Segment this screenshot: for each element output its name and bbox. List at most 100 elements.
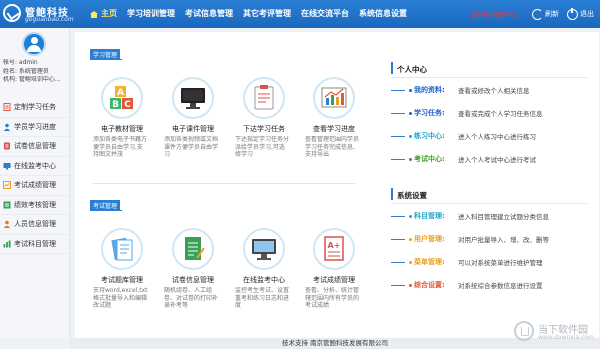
monitor-icon bbox=[243, 228, 285, 270]
personal-heading-line bbox=[391, 77, 587, 78]
row-value: 可以对系统菜单进行维护管理 bbox=[458, 259, 543, 267]
watermark-url: www.downxia.com bbox=[538, 334, 594, 341]
card-online-monitor[interactable]: 在线监考中心 监控考生考试、设置 重考和练习日志和进度 bbox=[233, 228, 295, 310]
sidebar-item-label: 考试科目管理 bbox=[14, 239, 56, 248]
card-title: 电子课件管理 bbox=[172, 125, 214, 133]
personal-row-profile[interactable]: 我的资料: 查看或修改个人相关信息 bbox=[391, 82, 600, 98]
nav-system-settings[interactable]: 系统信息设置 bbox=[354, 0, 412, 28]
card-title: 试卷信息管理 bbox=[172, 276, 214, 284]
sidebar-item-online-monitor[interactable]: 在线监考中心 bbox=[0, 157, 69, 176]
grade-icon bbox=[3, 181, 11, 190]
nav-home[interactable]: 主页 bbox=[85, 0, 122, 28]
card-ebook-management[interactable]: A B C 电子教材管理 添加各类电子书籍方 便学员自由学习,支 持图文并茂 bbox=[91, 77, 153, 159]
refresh-label: 刷新 bbox=[545, 10, 559, 18]
brand-logo[interactable]: 管鲍科技 gbguanbao.com bbox=[3, 3, 85, 25]
sidebar-item-custom-task[interactable]: 定制学习任务 bbox=[0, 98, 69, 118]
watermark-logo-icon bbox=[514, 321, 534, 341]
system-row-menus[interactable]: 菜单管理: 可以对系统菜单进行维护管理 bbox=[391, 254, 600, 270]
card-title: 在线监考中心 bbox=[243, 276, 285, 284]
svg-text:A+: A+ bbox=[328, 241, 341, 250]
nav-online-exchange[interactable]: 在线交流平台 bbox=[296, 0, 354, 28]
sidebar-item-subjects[interactable]: 考试科目管理 bbox=[0, 235, 69, 254]
personal-row-tasks[interactable]: 学习任务: 查看或完成个人学习任务信息 bbox=[391, 105, 600, 121]
system-heading-line bbox=[391, 203, 587, 204]
card-description: 监控考生考试、设置 重考和练习日志和进度 bbox=[235, 287, 290, 309]
subject-icon bbox=[3, 240, 11, 248]
row-key: 综合设置: bbox=[414, 281, 445, 289]
nav-study-training[interactable]: 学习培训管理 bbox=[122, 0, 180, 28]
refresh-button[interactable]: 刷新 bbox=[532, 8, 559, 20]
sidebar-item-label: 试卷信息管理 bbox=[14, 142, 56, 151]
user-name: 姓名: 系统管理员 bbox=[3, 67, 49, 75]
refresh-icon bbox=[532, 8, 543, 20]
sidebar-item-label: 定制学习任务 bbox=[14, 103, 56, 112]
chart-icon bbox=[313, 77, 355, 119]
avatar[interactable] bbox=[22, 32, 46, 56]
exit-button[interactable]: 退出 bbox=[567, 7, 594, 20]
sidebar-item-exam-grades[interactable]: 考试成绩管理 bbox=[0, 176, 69, 196]
personal-row-exam[interactable]: 考试中心: 进入个人考试中心进行考试 bbox=[391, 151, 600, 167]
main-nav: 主页 学习培训管理 考试信息管理 其它考评管理 在线交流平台 系统信息设置 bbox=[85, 0, 412, 28]
system-row-general[interactable]: 综合设置: 对系统综合参数信息进行设置 bbox=[391, 277, 600, 293]
sidebar-item-label: 人员信息管理 bbox=[14, 220, 56, 229]
card-description: 查看、分析、统计管 辖范围内所有学员的 考试成绩 bbox=[305, 287, 360, 309]
row-value: 对用户批量导入、增、改、删等 bbox=[458, 236, 549, 244]
nav-other-evaluation[interactable]: 其它考评管理 bbox=[238, 0, 296, 28]
card-paper-management[interactable]: 试卷信息管理 随机组卷、人工组 卷、对试卷的打印补 录补考等 bbox=[162, 228, 224, 310]
row-key: 考试中心: bbox=[414, 155, 445, 163]
kpi-icon bbox=[3, 201, 11, 209]
system-row-users[interactable]: 用户管理: 对用户批量导入、增、改、删等 bbox=[391, 231, 600, 247]
question-bank-icon bbox=[101, 228, 143, 270]
row-key: 菜单管理: bbox=[414, 258, 445, 266]
card-title: 电子教材管理 bbox=[101, 125, 143, 133]
card-description: 添加各类视频或文档 课件方便学员自由学习 bbox=[164, 136, 219, 158]
top-bar: 管鲍科技 gbguanbao.com 主页 学习培训管理 考试信息管理 其它考评… bbox=[0, 0, 600, 28]
monitor-icon bbox=[172, 77, 214, 119]
main-content: 学习管理 A B C 电子教材管理 添加各类电子书籍方 便学员自由学习,支 持图文并… bbox=[75, 32, 599, 338]
user-account: 帐号: admin bbox=[3, 59, 38, 66]
svg-text:B: B bbox=[112, 100, 119, 110]
card-view-progress[interactable]: 查看学习进度 查看管理范围内学员 学习任务完成信息, 支持导出 bbox=[303, 77, 365, 159]
brand-subtitle: gbguanbao.com bbox=[25, 16, 74, 23]
user-info: 帐号: admin 姓名: 系统管理员 机构: 管鲍培训中心... bbox=[3, 59, 69, 85]
system-row-subjects[interactable]: 科目管理: 进入科目管理建立试题分类信息 bbox=[391, 208, 600, 224]
card-description: 随机组卷、人工组 卷、对试卷的打印补 录补考等 bbox=[164, 287, 219, 309]
card-description: 添加各类电子书籍方 便学员自由学习,支 持图文并茂 bbox=[93, 136, 148, 158]
watermark: 当下软件园 www.downxia.com bbox=[514, 319, 594, 345]
nav-exam-info[interactable]: 考试信息管理 bbox=[180, 0, 238, 28]
card-assign-task[interactable]: 下达学习任务 下达指定学习任务分 派给学员学习,可选 修学习 bbox=[233, 77, 295, 159]
card-courseware-management[interactable]: 电子课件管理 添加各类视频或文档 课件方便学员自由学习 bbox=[162, 77, 224, 159]
top-right-actions: 欢迎来到管理中心 刷新 退出 bbox=[470, 0, 594, 28]
sidebar-item-kpi[interactable]: 绩效考核管理 bbox=[0, 196, 69, 215]
card-title: 考试成绩管理 bbox=[313, 276, 355, 284]
personal-center-heading: 个人中心 bbox=[397, 65, 427, 74]
personal-row-practice[interactable]: 练习中心: 进入个人练习中心进行练习 bbox=[391, 128, 600, 144]
card-exam-grades[interactable]: A+ 考试成绩管理 查看、分析、统计管 辖范围内所有学员的 考试成绩 bbox=[303, 228, 365, 310]
card-description: 支持word,excel,txt 格式批量导入和编辑 改试题 bbox=[93, 287, 148, 309]
power-icon bbox=[567, 7, 578, 20]
sidebar-menu: 定制学习任务 学员学习进度 试卷信息管理 在线监考中心 考试成绩管理 绩效考核管… bbox=[0, 98, 69, 254]
sidebar-item-personnel[interactable]: 人员信息管理 bbox=[0, 215, 69, 235]
row-value: 进入个人练习中心进行练习 bbox=[458, 133, 536, 141]
sidebar-item-label: 绩效考核管理 bbox=[14, 200, 56, 209]
task-icon bbox=[3, 103, 11, 112]
svg-text:C: C bbox=[124, 100, 131, 110]
personal-heading-marker bbox=[391, 62, 393, 74]
abc-blocks-icon: A B C bbox=[101, 77, 143, 119]
system-settings-heading: 系统设置 bbox=[397, 191, 427, 200]
card-title: 下达学习任务 bbox=[243, 125, 285, 133]
row-value: 对系统综合参数信息进行设置 bbox=[458, 282, 543, 290]
welcome-text: 欢迎来到管理中心 bbox=[469, 11, 518, 19]
people-icon bbox=[3, 220, 11, 229]
home-icon bbox=[90, 10, 98, 18]
card-description: 查看管理范围内学员 学习任务完成信息, 支持导出 bbox=[305, 136, 360, 158]
user-org: 机构: 管鲍培训中心... bbox=[3, 76, 61, 83]
card-title: 考试题库管理 bbox=[101, 276, 143, 284]
card-question-bank[interactable]: 考试题库管理 支持word,excel,txt 格式批量导入和编辑 改试题 bbox=[91, 228, 153, 310]
study-section-underline bbox=[90, 59, 122, 60]
grade-report-icon: A+ bbox=[313, 228, 355, 270]
progress-icon bbox=[3, 123, 11, 131]
sidebar-item-paper-info[interactable]: 试卷信息管理 bbox=[0, 137, 69, 157]
row-key: 我的资料: bbox=[414, 86, 445, 94]
sidebar-item-learning-progress[interactable]: 学员学习进度 bbox=[0, 118, 69, 137]
